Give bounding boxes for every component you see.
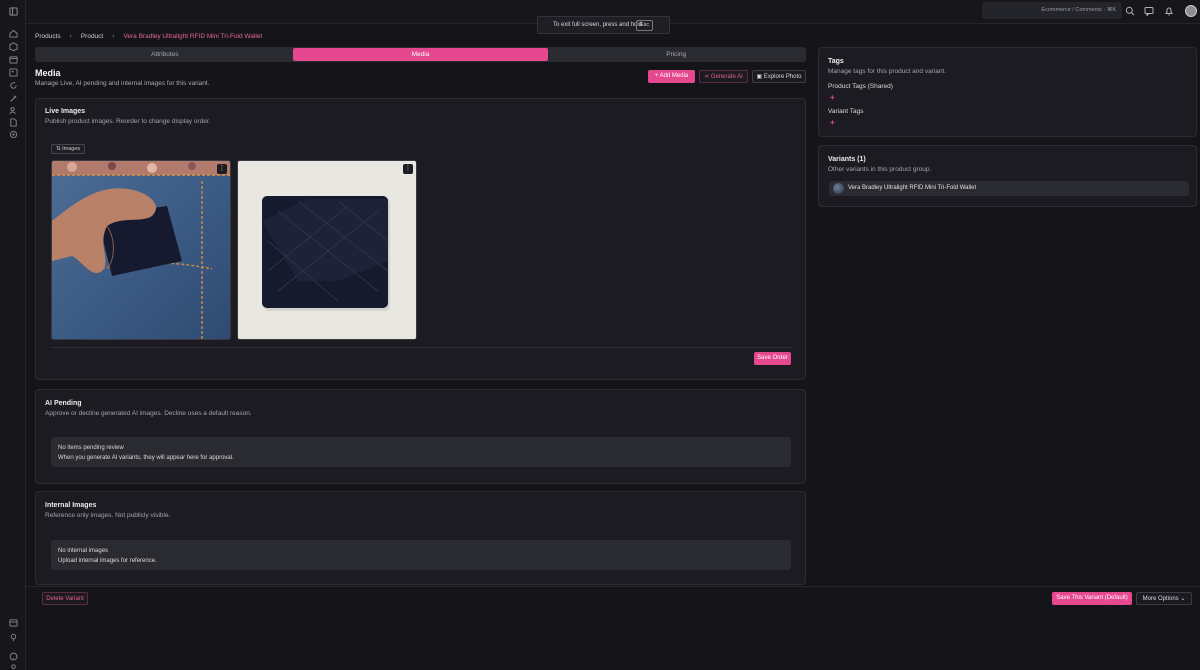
- tags-card: Tags Manage tags for this product and va…: [818, 47, 1197, 137]
- internal-images-title: Internal Images: [45, 502, 97, 509]
- search-icon[interactable]: [1125, 6, 1135, 16]
- wallet-pocket-photo: [52, 161, 230, 339]
- gallery-icon[interactable]: [8, 67, 18, 77]
- variant-thumbnail: [833, 183, 844, 194]
- images-chip-label: Images: [62, 146, 81, 152]
- chevron-right-icon: ›: [112, 33, 115, 40]
- breadcrumb-products[interactable]: Products: [35, 33, 61, 40]
- ai-pending-subtitle: Approve or decline generated AI images. …: [45, 410, 252, 417]
- tab-pricing[interactable]: Pricing: [548, 48, 804, 61]
- media-title: Media: [35, 68, 61, 78]
- chat-icon[interactable]: [1144, 6, 1154, 16]
- breadcrumb: Products › Product › Vera Bradley Ultral…: [35, 33, 262, 40]
- ai-pending-empty-state: No items pending review When you generat…: [51, 437, 791, 467]
- products-icon[interactable]: [8, 41, 18, 51]
- menu-toggle-icon[interactable]: [8, 6, 18, 16]
- fullscreen-toast: To exit full screen, press and hold Esc: [537, 16, 670, 34]
- breadcrumb-product[interactable]: Product: [81, 33, 103, 40]
- more-options-button[interactable]: More Options ⌄: [1136, 592, 1192, 605]
- live-images-title: Live Images: [45, 108, 86, 115]
- internal-images-subtitle: Reference only images. Not publicly visi…: [45, 512, 171, 519]
- chevron-right-icon: ›: [69, 33, 72, 40]
- variants-card: Variants (1) Other variants in this prod…: [818, 145, 1197, 207]
- refresh-icon[interactable]: [8, 80, 18, 90]
- variants-subtitle: Other variants in this product group.: [828, 166, 932, 173]
- internal-images-empty-text: Upload internal images for reference.: [58, 558, 157, 564]
- live-image-2[interactable]: ⋮: [237, 160, 417, 340]
- footer-divider: [26, 586, 1200, 587]
- share-icon: ⋖: [704, 74, 711, 80]
- users-icon[interactable]: [8, 105, 18, 115]
- divider: [51, 347, 791, 348]
- tab-media[interactable]: Media: [292, 48, 549, 61]
- variant-tags-label: Variant Tags: [828, 108, 864, 115]
- delete-variant-button[interactable]: Delete Variant: [42, 592, 88, 605]
- more-vertical-icon[interactable]: ⋮: [217, 164, 227, 174]
- user-avatar[interactable]: [1185, 5, 1197, 17]
- live-image-1[interactable]: ⋮: [51, 160, 231, 340]
- add-media-button[interactable]: + Add Media: [648, 70, 695, 83]
- save-variant-button[interactable]: Save This Variant (Default): [1052, 592, 1132, 605]
- tools-icon[interactable]: [8, 93, 18, 103]
- esc-key: Esc: [635, 20, 653, 31]
- images-chip[interactable]: ⇅ Images: [51, 144, 86, 154]
- tags-subtitle: Manage tags for this product and variant…: [828, 68, 947, 75]
- global-search[interactable]: Ecommerce / Comments · ⌘K: [982, 2, 1122, 19]
- internal-images-card: Internal Images Reference only images. N…: [35, 491, 806, 585]
- generate-ai-label: Generate AI: [710, 74, 743, 80]
- location-icon[interactable]: [8, 632, 18, 642]
- settings-icon[interactable]: [8, 129, 18, 139]
- account-icon[interactable]: [8, 662, 18, 670]
- more-vertical-icon[interactable]: ⋮: [403, 164, 413, 174]
- wallet-product-photo: [238, 161, 416, 339]
- ai-pending-empty-text: When you generate AI variants, they will…: [58, 455, 234, 461]
- ai-pending-card: AI Pending Approve or decline generated …: [35, 389, 806, 484]
- photo-icon: ▣: [756, 74, 764, 80]
- internal-images-empty-state: No internal images Upload internal image…: [51, 540, 791, 570]
- save-order-button[interactable]: Save Order: [754, 352, 791, 365]
- document-icon[interactable]: [8, 117, 18, 127]
- live-images-subtitle: Publish product images. Reorder to chang…: [45, 118, 211, 125]
- fullscreen-toast-text: To exit full screen, press and hold: [553, 22, 643, 28]
- internal-images-empty-title: No internal images: [58, 548, 109, 554]
- variant-name: Vera Bradley Ultralight RFID Mini Tri-Fo…: [848, 185, 977, 191]
- variant-item[interactable]: Vera Bradley Ultralight RFID Mini Tri-Fo…: [829, 181, 1189, 196]
- bell-icon[interactable]: [1164, 6, 1174, 16]
- ai-pending-empty-title: No items pending review: [58, 445, 124, 451]
- calendar-icon[interactable]: [8, 54, 18, 64]
- tab-attributes[interactable]: Attributes: [37, 48, 293, 61]
- variant-tabs: Attributes Media Pricing: [35, 47, 806, 62]
- media-subtitle: Manage Live, AI pending and internal ima…: [35, 80, 210, 87]
- product-tags-label: Product Tags (Shared): [828, 83, 893, 90]
- add-variant-tag-icon[interactable]: +: [830, 119, 837, 127]
- ai-pending-title: AI Pending: [45, 400, 82, 407]
- generate-ai-button[interactable]: ⋖ Generate AI: [699, 70, 748, 83]
- archive-icon[interactable]: [8, 617, 18, 627]
- explore-photo-label: Explore Photo: [763, 74, 802, 80]
- help-icon[interactable]: [8, 651, 18, 661]
- breadcrumb-current: Vera Bradley Ultralight RFID Mini Tri-Fo…: [123, 33, 263, 40]
- tags-title: Tags: [828, 58, 844, 65]
- home-icon[interactable]: [8, 28, 18, 38]
- add-product-tag-icon[interactable]: +: [830, 94, 837, 102]
- chevron-down-icon: ⌄: [1178, 596, 1186, 602]
- explore-photo-button[interactable]: ▣ Explore Photo: [752, 70, 806, 83]
- left-sidebar: [0, 0, 26, 670]
- variants-title: Variants (1): [828, 156, 866, 163]
- more-options-label: More Options: [1142, 596, 1179, 602]
